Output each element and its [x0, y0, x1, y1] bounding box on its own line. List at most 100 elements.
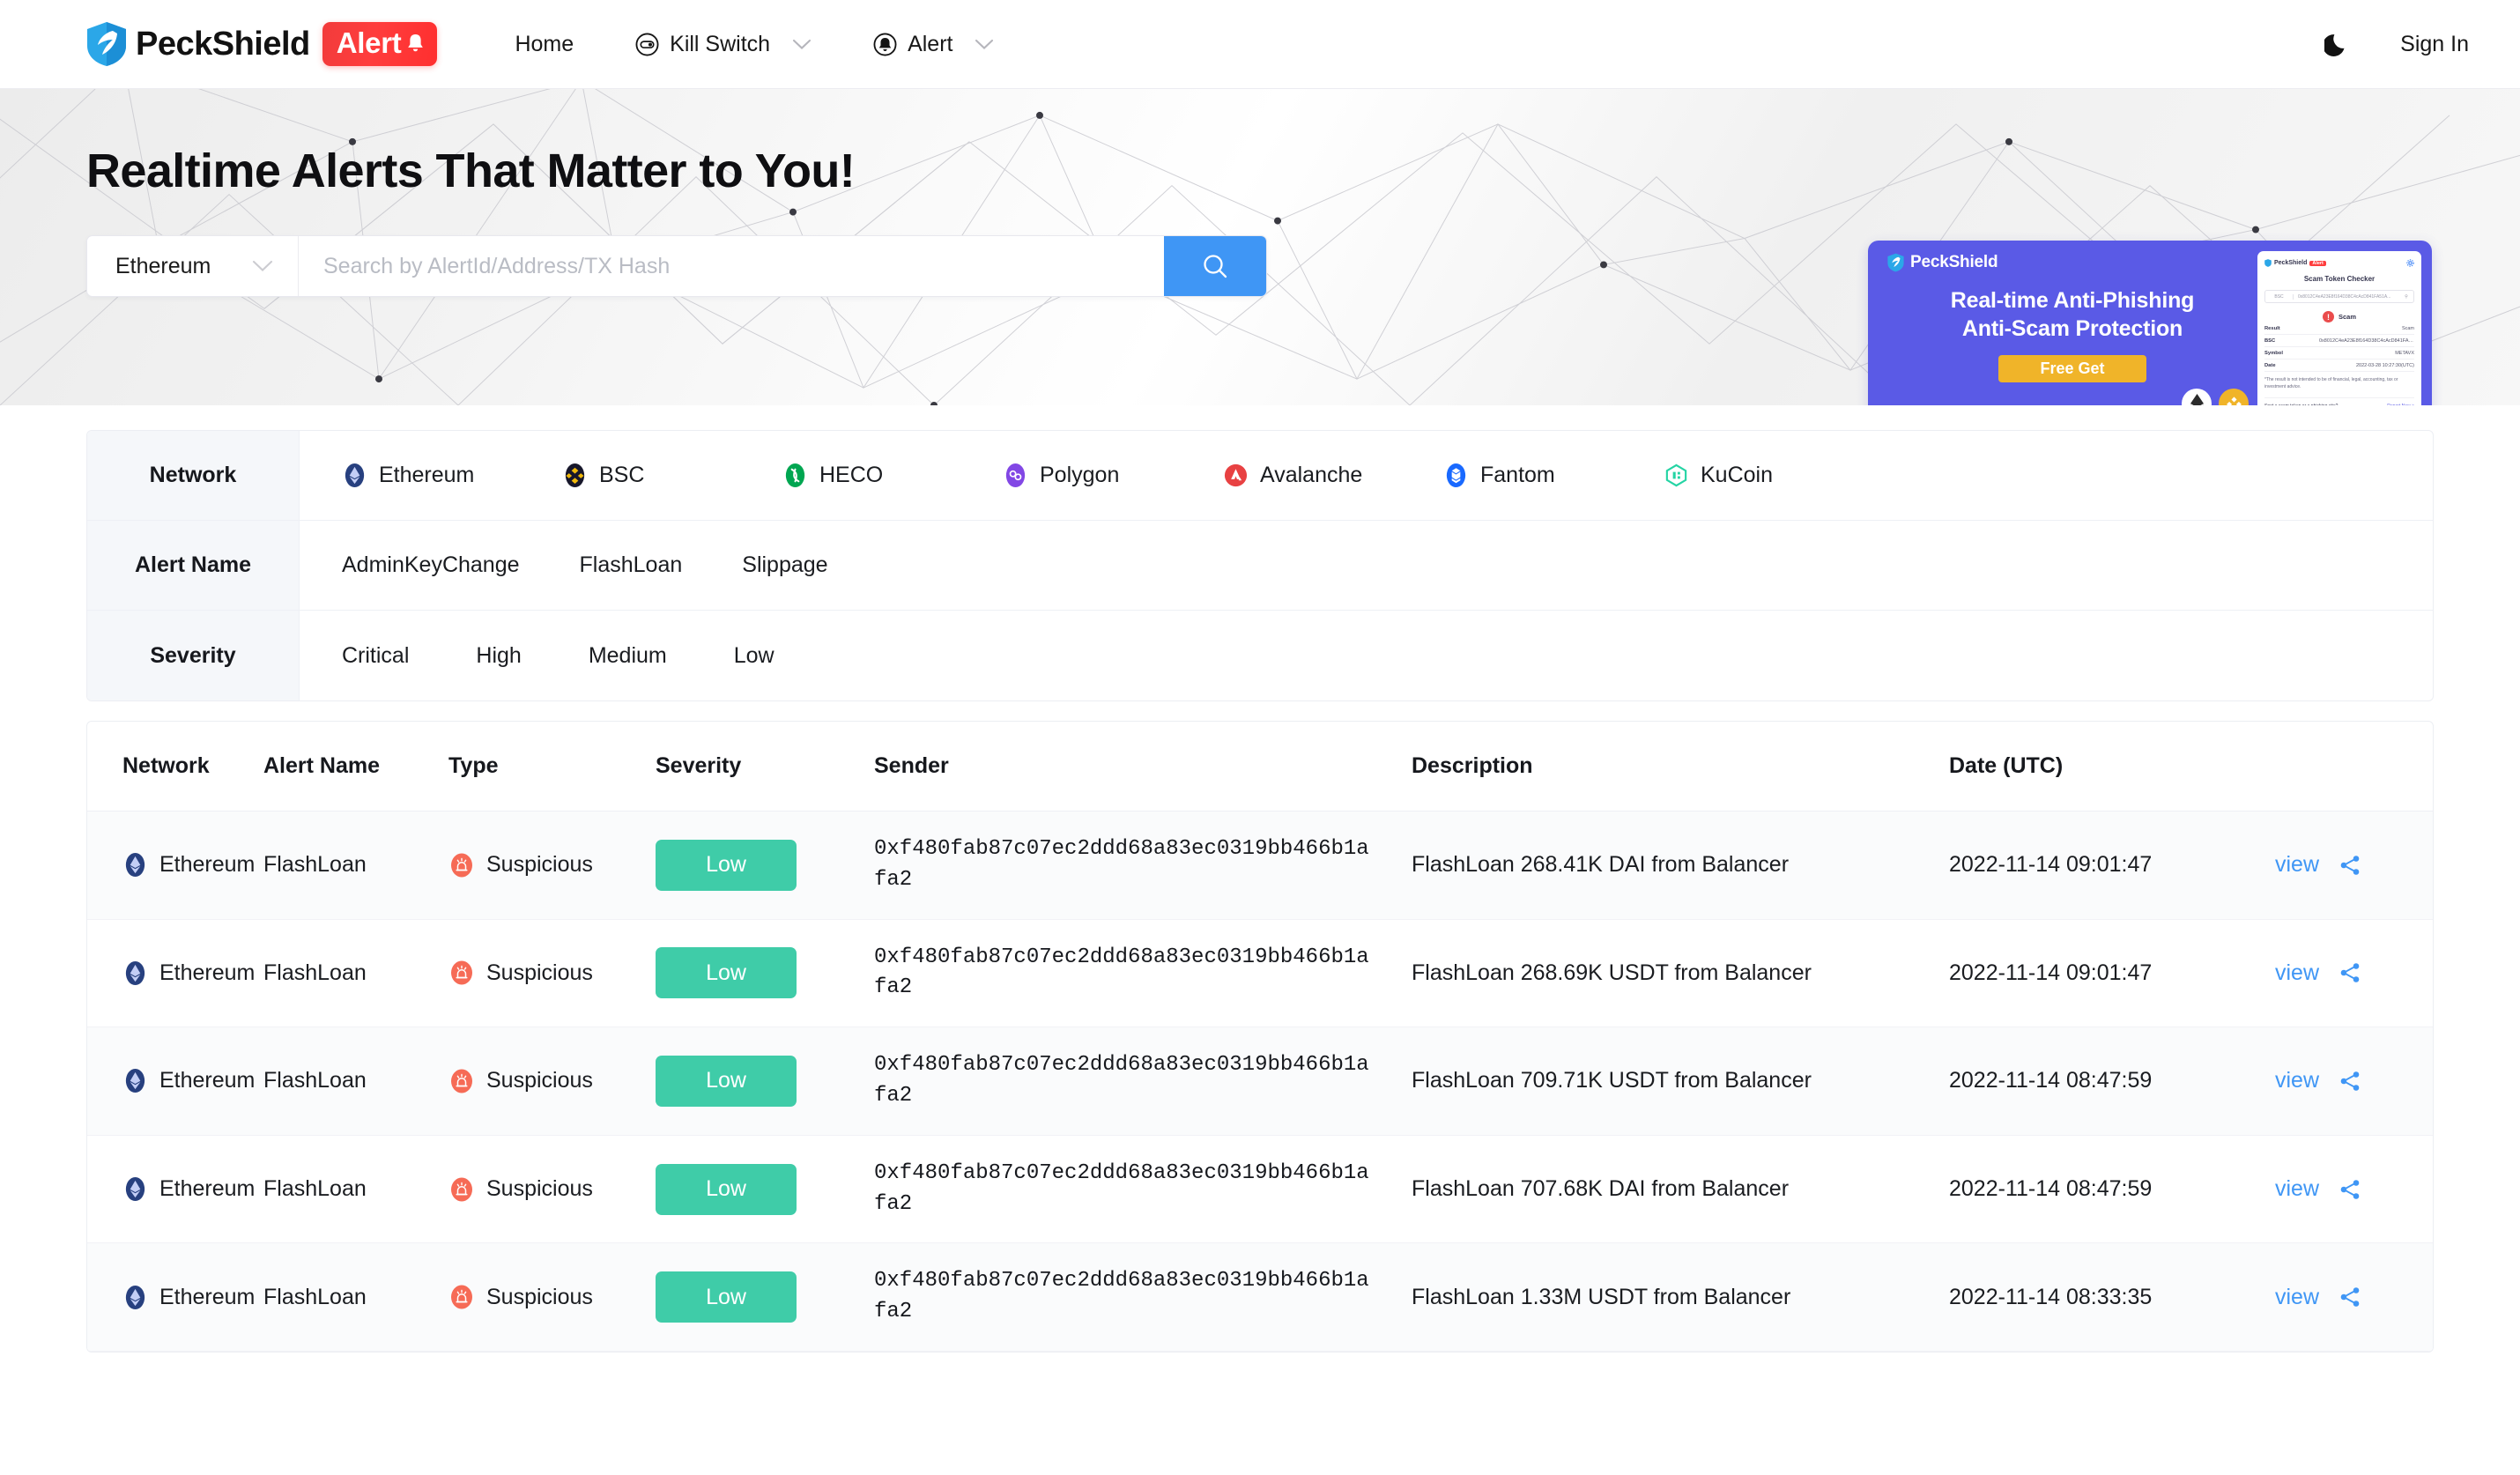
filter-chip-polygon[interactable]: Polygon	[1003, 463, 1223, 488]
filter-chip-adminkeychange[interactable]: AdminKeyChange	[342, 552, 520, 578]
cell-type: Suspicious	[448, 1135, 656, 1243]
promo-shot-title: Scam Token Checker	[2303, 275, 2375, 283]
promo-headline-line2: Anti-Scam Protection	[1961, 316, 2183, 341]
filter-chip-ethereum[interactable]: Ethereum	[342, 463, 562, 488]
table-row[interactable]: Ethereum FlashLoan Suspicious Low 0xf480…	[87, 1242, 2433, 1352]
suspicious-icon	[451, 1069, 472, 1093]
filter-options-network: Ethereum BSC HECO Polygon Avalanche Fant…	[300, 431, 2433, 520]
nav-right: Sign In	[2324, 31, 2469, 57]
nav-links: Home Kill Switch Alert	[515, 32, 1056, 57]
status-badge[interactable]: Low	[656, 1055, 797, 1107]
filter-row-network: Network Ethereum BSC HECO Polygon Avalan…	[87, 431, 2433, 521]
avalanche-icon	[1224, 463, 1248, 487]
share-icon[interactable]	[2338, 1178, 2361, 1201]
filter-chip-critical[interactable]: Critical	[342, 643, 409, 669]
search-icon: ⚲	[2405, 293, 2408, 300]
filter-chip-heco[interactable]: HECO	[782, 463, 1003, 488]
ethereum-icon	[345, 463, 365, 488]
promo-cta-button[interactable]: Free Get	[1998, 355, 2146, 382]
filter-chip-flashloan[interactable]: FlashLoan	[580, 552, 683, 578]
table-row[interactable]: Ethereum FlashLoan Suspicious Low 0xf480…	[87, 811, 2433, 920]
filter-chip-low[interactable]: Low	[734, 643, 775, 669]
filter-chip-high[interactable]: High	[476, 643, 521, 669]
share-icon[interactable]	[2338, 961, 2361, 984]
cell-alert-name: FlashLoan	[263, 1068, 367, 1093]
filter-chip-kucoin[interactable]: KuCoin	[1664, 463, 1884, 488]
filter-chip-medium-label: Medium	[588, 642, 667, 668]
peckshield-shield-icon	[1887, 253, 1904, 272]
status-badge[interactable]: Low	[656, 839, 797, 891]
alerts-table-card: Network Alert Name Type Severity Sender …	[86, 721, 2434, 1353]
nav-item-home[interactable]: Home	[515, 32, 574, 57]
view-link[interactable]: view	[2275, 1285, 2319, 1310]
cell-date: 2022-11-14 08:47:59	[1949, 1135, 2275, 1243]
brand-logo[interactable]: PeckShield Alert	[86, 21, 438, 67]
filter-panel: Network Ethereum BSC HECO Polygon Avalan…	[86, 430, 2434, 701]
search-button[interactable]	[1164, 236, 1266, 296]
nav-item-kill-switch[interactable]: Kill Switch	[635, 32, 812, 57]
table-header-row: Network Alert Name Type Severity Sender …	[87, 722, 2433, 812]
cell-sender: 0xf480fab87c07ec2ddd68a83ec0319bb466b1af…	[874, 919, 1412, 1027]
filter-chip-medium[interactable]: Medium	[589, 643, 667, 669]
brand-alert-badge[interactable]: Alert	[322, 22, 438, 66]
chevron-down-icon	[252, 260, 273, 271]
view-link[interactable]: view	[2275, 1068, 2319, 1093]
promo-banner[interactable]: PeckShield Real-time Anti-Phishing Anti-…	[1868, 241, 2432, 405]
filter-row-severity: Severity Critical High Medium Low	[87, 611, 2433, 700]
nav-item-alert-label: Alert	[908, 31, 953, 56]
cell-sender: 0xf480fab87c07ec2ddd68a83ec0319bb466b1af…	[874, 1027, 1412, 1136]
hero-section: Realtime Alerts That Matter to You! Ethe…	[0, 88, 2520, 405]
cell-network-label: Ethereum	[159, 1068, 256, 1093]
filter-chip-slippage-label: Slippage	[742, 552, 828, 577]
promo-shot-footer-text: Spot a scam token or a phishing site?	[2264, 404, 2338, 405]
search-input[interactable]	[299, 236, 1164, 296]
share-icon[interactable]	[2338, 1070, 2361, 1093]
column-header-severity: Severity	[656, 722, 874, 812]
promo-shot-footer: Spot a scam token or a phishing site? Re…	[2264, 397, 2414, 405]
cell-type: Suspicious	[448, 1243, 656, 1352]
status-badge[interactable]: Low	[656, 947, 797, 999]
sender-address[interactable]: 0xf480fab87c07ec2ddd68a83ec0319bb466b1af…	[874, 1050, 1372, 1112]
sender-address[interactable]: 0xf480fab87c07ec2ddd68a83ec0319bb466b1af…	[874, 834, 1372, 896]
filter-chip-adminkeychange-label: AdminKeyChange	[342, 552, 520, 577]
date-value: 2022-11-14 08:47:59	[1949, 1176, 2153, 1202]
cell-network: Ethereum	[87, 919, 263, 1027]
share-icon[interactable]	[2338, 854, 2361, 877]
table-row[interactable]: Ethereum FlashLoan Suspicious Low 0xf480…	[87, 1027, 2433, 1136]
filter-chip-high-label: High	[476, 642, 522, 668]
sender-address[interactable]: 0xf480fab87c07ec2ddd68a83ec0319bb466b1af…	[874, 943, 1372, 1004]
nav-item-home-label: Home	[515, 31, 574, 56]
cell-date: 2022-11-14 08:47:59	[1949, 1027, 2275, 1136]
promo-shot-row-key: Date	[2264, 362, 2276, 368]
chain-select-value: Ethereum	[115, 253, 211, 278]
cell-type-label: Suspicious	[486, 1068, 593, 1093]
sender-address[interactable]: 0xf480fab87c07ec2ddd68a83ec0319bb466b1af…	[874, 1266, 1372, 1328]
filter-chip-avalanche[interactable]: Avalanche	[1223, 463, 1443, 488]
column-header-alert-name: Alert Name	[263, 722, 448, 812]
status-badge[interactable]: Low	[656, 1163, 797, 1215]
filter-chip-bsc[interactable]: BSC	[562, 463, 782, 488]
cell-type-label: Suspicious	[486, 852, 593, 878]
filter-chip-avalanche-label: Avalanche	[1260, 463, 1363, 487]
cell-alert-name: FlashLoan	[263, 1176, 367, 1202]
sign-in-button[interactable]: Sign In	[2400, 32, 2469, 57]
sender-address[interactable]: 0xf480fab87c07ec2ddd68a83ec0319bb466b1af…	[874, 1159, 1372, 1220]
nav-item-alert[interactable]: Alert	[873, 32, 994, 57]
promo-shot-report-link[interactable]: Report Now >	[2387, 404, 2414, 405]
chain-select[interactable]: Ethereum	[87, 236, 299, 296]
cell-severity: Low	[656, 812, 874, 920]
view-link[interactable]: view	[2275, 1176, 2319, 1202]
filter-chip-fantom[interactable]: Fantom	[1443, 463, 1664, 488]
filter-chip-slippage[interactable]: Slippage	[742, 552, 827, 578]
table-row[interactable]: Ethereum FlashLoan Suspicious Low 0xf480…	[87, 1135, 2433, 1243]
column-header-sender: Sender	[874, 722, 1412, 812]
status-badge[interactable]: Low	[656, 1271, 797, 1323]
share-icon[interactable]	[2338, 1286, 2361, 1308]
chevron-down-icon	[975, 39, 994, 49]
view-link[interactable]: view	[2275, 960, 2319, 986]
moon-icon[interactable]	[2324, 31, 2351, 57]
promo-left: PeckShield Real-time Anti-Phishing Anti-…	[1868, 241, 2257, 405]
view-link[interactable]: view	[2275, 852, 2319, 878]
table-row[interactable]: Ethereum FlashLoan Suspicious Low 0xf480…	[87, 919, 2433, 1027]
column-header-description: Description	[1412, 722, 1949, 812]
